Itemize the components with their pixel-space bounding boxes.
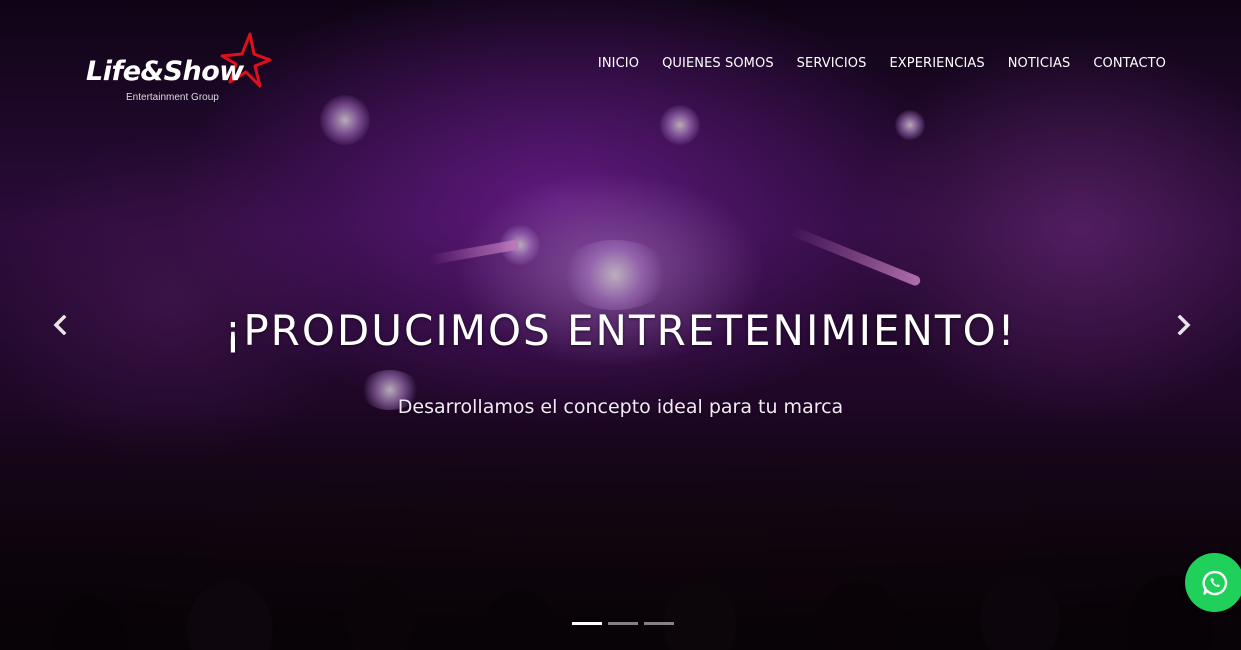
main-nav: INICIO QUIENES SOMOS SERVICIOS EXPERIENC… [598, 56, 1166, 71]
chevron-right-icon [1177, 315, 1191, 335]
carousel-indicator-2[interactable] [608, 622, 638, 625]
chevron-left-icon [53, 315, 67, 335]
nav-item-servicios[interactable]: SERVICIOS [797, 56, 867, 71]
nav-item-contacto[interactable]: CONTACTO [1093, 56, 1166, 71]
nav-item-noticias[interactable]: NOTICIAS [1008, 56, 1071, 71]
brand-tagline: Entertainment Group [126, 92, 219, 103]
nav-item-quienes-somos[interactable]: QUIENES SOMOS [662, 56, 774, 71]
carousel-indicator-1[interactable] [572, 622, 602, 625]
whatsapp-button[interactable] [1185, 553, 1241, 612]
hero-subheadline: Desarrollamos el concepto ideal para tu … [397, 396, 844, 418]
carousel-indicators [572, 622, 674, 625]
hero-headline: ¡PRODUCIMOS ENTRETENIMIENTO! [224, 306, 1017, 355]
nav-item-inicio[interactable]: INICIO [598, 56, 639, 71]
whatsapp-icon [1202, 570, 1227, 595]
brand-name: Life&Show [86, 56, 244, 87]
carousel-next-button[interactable] [1169, 310, 1199, 340]
carousel-indicator-3[interactable] [644, 622, 674, 625]
carousel-prev-button[interactable] [45, 310, 75, 340]
brand-logo[interactable]: Life&Show Entertainment Group [86, 30, 276, 110]
nav-item-experiencias[interactable]: EXPERIENCIAS [889, 56, 984, 71]
